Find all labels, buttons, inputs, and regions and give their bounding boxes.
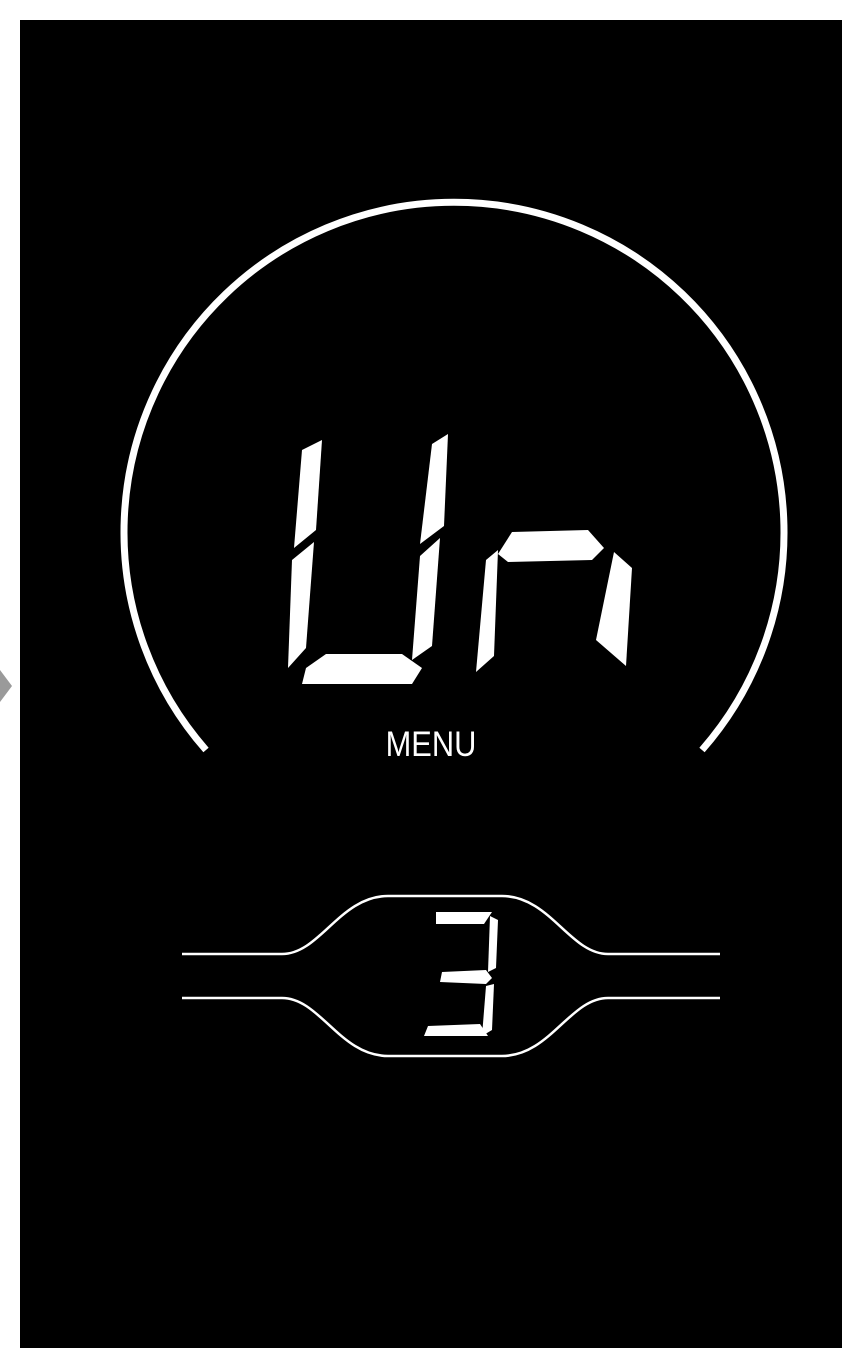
mode-label: MENU [385,725,477,764]
segment-n-middle [498,530,604,562]
main-readout-digits [288,434,632,684]
segment-3-bottom [424,1024,488,1036]
segment-3-middle [440,970,492,984]
lcd-screen: MENU Un 3 [20,20,842,1348]
segment-n-left [476,550,498,672]
segment-n-right [596,552,632,666]
segment-3-top [436,912,492,924]
assist-channel-top-line [182,894,720,956]
segment-u-left-upper [294,440,322,548]
speed-arc [120,198,788,753]
segment-u-right-upper [420,434,448,544]
assist-level-digit [424,912,498,1036]
lcd-graphics [120,198,788,1058]
device-display-page: MENU Un 3 [0,0,842,1355]
segment-u-left-lower [288,542,314,668]
segment-3-upper-right [488,916,498,972]
segment-u-right-lower [412,538,440,660]
segment-3-lower-right [482,984,494,1036]
chevron-right-icon [0,670,12,702]
segment-u-bottom [302,654,422,684]
assist-level-text: 3 [20,20,21,21]
